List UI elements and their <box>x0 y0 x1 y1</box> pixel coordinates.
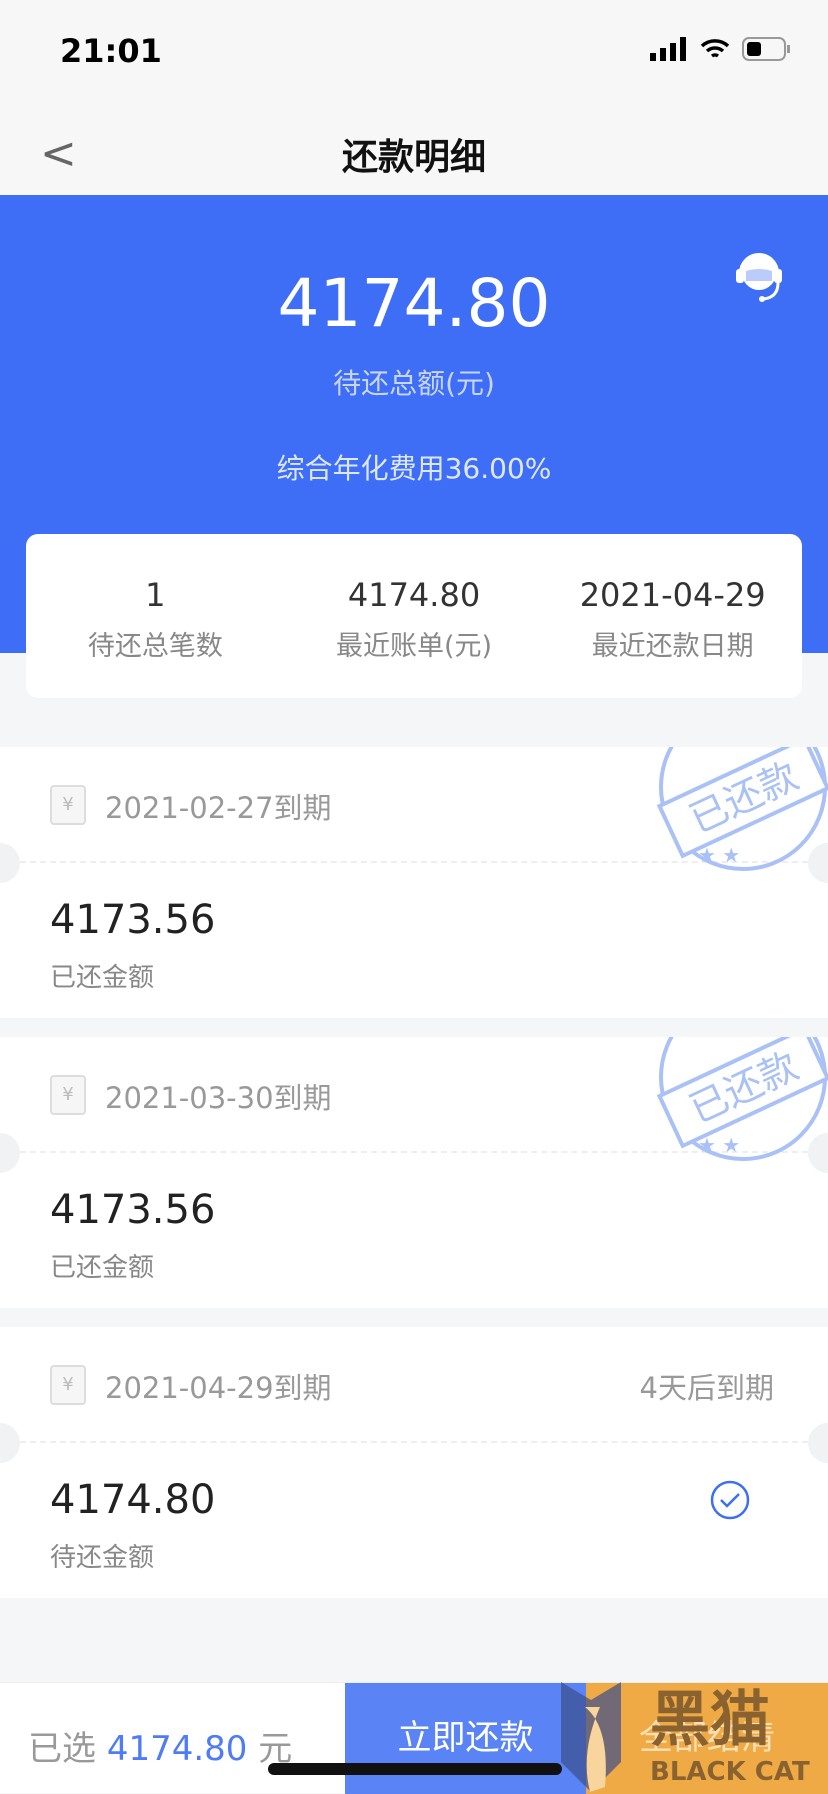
watermark-logo: 黑猫BLACK CAT <box>561 1682 810 1792</box>
nav-bar: < 还款明细 <box>0 110 828 195</box>
amount: 4174.80 <box>50 1477 216 1523</box>
receipt-icon: ¥ <box>50 1075 86 1115</box>
paid-stamp-icon: 已还款★ ★ <box>656 1037 828 1161</box>
pending-count-label: 待还总笔数 <box>87 631 223 662</box>
checkbox-checked-icon[interactable] <box>710 1480 750 1520</box>
due-date: 2021-03-30到期 <box>105 1081 332 1115</box>
svg-text:★ ★: ★ ★ <box>698 843 740 867</box>
battery-icon <box>742 37 790 61</box>
days-remaining: 4天后到期 <box>639 1371 774 1405</box>
paid-stamp-icon: 已还款★ ★ <box>656 747 828 871</box>
amount-label: 已还金额 <box>50 963 155 993</box>
bill-item[interactable]: ¥2021-03-30到期 4173.56 已还金额 已还款 ★ ★ <box>0 1037 828 1308</box>
annual-rate: 综合年化费用36.00% <box>276 452 552 485</box>
bill-item[interactable]: ¥2021-04-29到期 4天后到期 4174.80 待还金额 <box>0 1327 828 1598</box>
bill-item[interactable]: ¥2021-02-27到期 4173.56 已还金额 已还款 ★ ★ <box>0 747 828 1018</box>
page-title: 还款明细 <box>341 137 486 178</box>
signal-icon <box>650 37 686 61</box>
total-amount: 4174.80 <box>277 265 551 342</box>
home-indicator <box>268 1763 562 1775</box>
amount-label: 已还金额 <box>50 1253 155 1283</box>
svg-text:★ ★: ★ ★ <box>698 1133 740 1157</box>
pay-now-button[interactable]: 立即还款 <box>345 1683 586 1794</box>
wifi-icon <box>700 39 730 58</box>
selected-summary: 已选 4174.80 元 <box>28 1729 293 1769</box>
latest-due-date: 2021-04-29 <box>579 576 766 614</box>
amount-label: 待还金额 <box>50 1543 155 1573</box>
svg-text:BLACK CAT: BLACK CAT <box>650 1757 810 1787</box>
amount: 4173.56 <box>50 897 216 943</box>
receipt-icon: ¥ <box>50 1365 86 1405</box>
due-date: 2021-02-27到期 <box>105 791 332 825</box>
summary-card: 1 待还总笔数 4174.80 最近账单(元) 2021-04-29 最近还款日期 <box>26 534 802 698</box>
customer-service-icon[interactable] <box>730 247 788 305</box>
due-date: 2021-04-29到期 <box>105 1371 332 1405</box>
latest-bill-label: 最近账单(元) <box>335 631 493 662</box>
status-bar: 21:01 <box>0 0 828 110</box>
receipt-icon: ¥ <box>50 785 86 825</box>
latest-bill: 4174.80 <box>347 576 481 614</box>
amount: 4173.56 <box>50 1187 216 1233</box>
total-amount-label: 待还总额(元) <box>333 367 495 400</box>
pending-count: 1 <box>145 576 166 614</box>
latest-due-date-label: 最近还款日期 <box>591 631 754 662</box>
clock: 21:01 <box>60 32 162 70</box>
svg-text:黑猫: 黑猫 <box>650 1685 770 1755</box>
